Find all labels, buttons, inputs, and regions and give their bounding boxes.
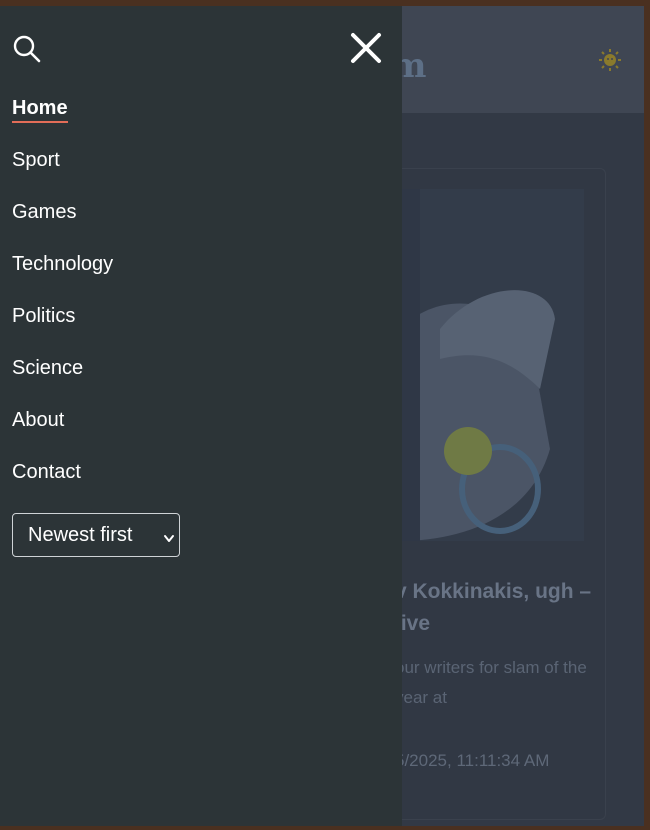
sun-icon[interactable] [598,48,622,72]
nav-item-label: Sport [12,149,60,171]
nav-item-label: Politics [12,305,76,327]
nav-item-about[interactable]: About [12,402,113,454]
chevron-down-icon [163,531,175,542]
nav-item-science[interactable]: Science [12,350,113,402]
nav-item-home[interactable]: Home [12,90,113,142]
nav-item-label: Home [12,90,68,123]
nav-item-label: Contact [12,461,81,483]
sort-select[interactable]: Newest first [12,513,180,557]
nav-item-label: Science [12,357,84,379]
nav-item-sport[interactable]: Sport [12,142,113,194]
close-icon[interactable] [348,30,384,66]
article-summary: our writers for slam of the year at [395,658,587,707]
app-frame: atform v Kokkinakis, ugh – live our writ… [0,6,644,826]
sort-selected-value: Newest first [28,524,133,546]
article-image[interactable] [380,189,584,541]
nav-drawer: Home Sport Games Technology Politics Sci… [0,6,402,826]
nav-item-label: About [12,409,65,431]
nav-item-politics[interactable]: Politics [12,298,113,350]
nav-item-label: Technology [12,253,114,275]
nav-item-label: Games [12,201,77,223]
article-title[interactable]: v Kokkinakis, ugh – live [395,576,595,640]
nav-item-games[interactable]: Games [12,194,113,246]
article-timestamp: 5/2025, 11:11:34 AM [395,751,550,770]
nav-item-contact[interactable]: Contact [12,454,113,506]
search-icon[interactable] [12,34,42,64]
main-nav: Home Sport Games Technology Politics Sci… [12,90,113,506]
nav-item-technology[interactable]: Technology [12,246,113,298]
